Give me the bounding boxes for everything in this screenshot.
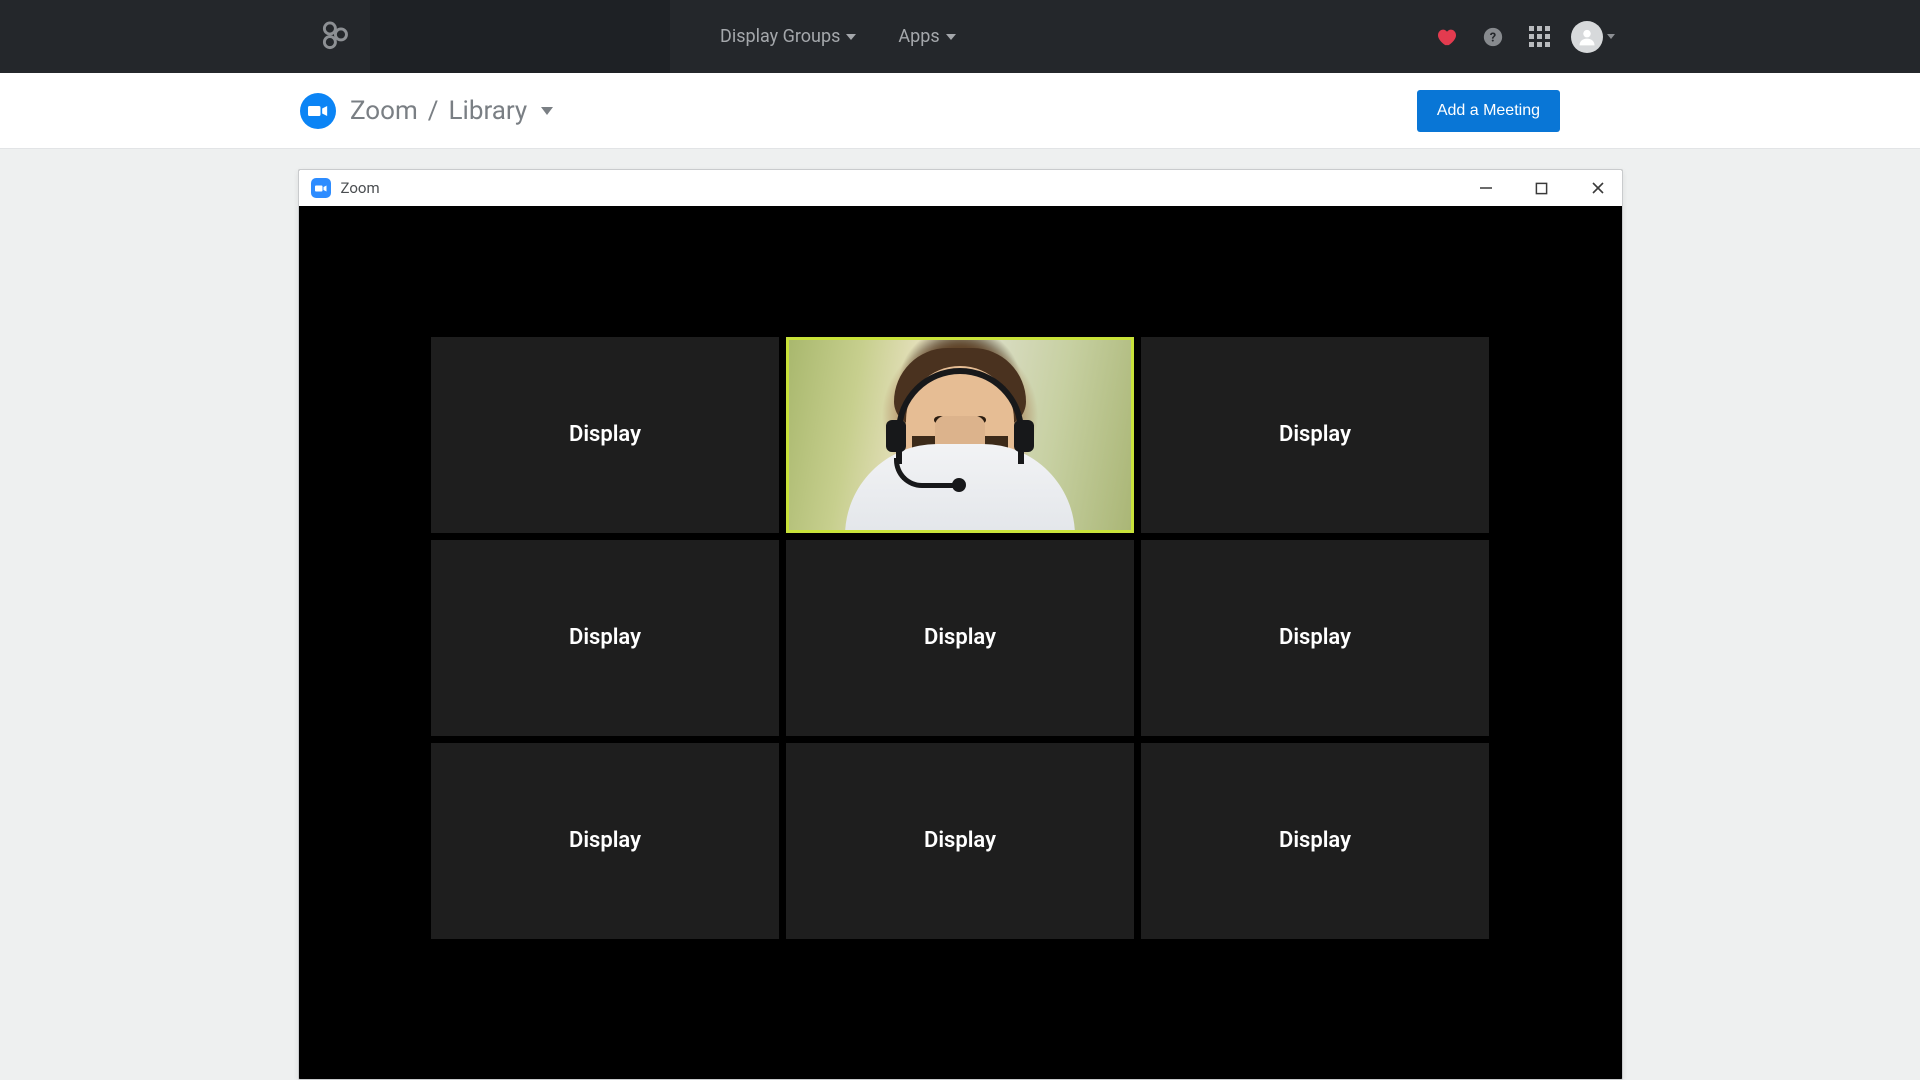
apps-grid-icon[interactable]: [1525, 23, 1553, 51]
tile-label: Display: [1279, 422, 1351, 447]
chevron-down-icon: [846, 34, 856, 40]
video-tile[interactable]: Display: [431, 337, 779, 533]
nav-tab-label: Display Groups: [720, 26, 840, 47]
sub-header: Zoom / Library Add a Meeting: [0, 73, 1920, 149]
video-tile[interactable]: Display: [431, 743, 779, 939]
zoom-window-title: Zoom: [341, 179, 380, 197]
breadcrumb-app: Zoom: [350, 96, 418, 126]
nav-tab-display-groups[interactable]: Display Groups: [720, 26, 856, 47]
breadcrumb-sep: /: [428, 96, 439, 126]
user-menu[interactable]: [1571, 21, 1615, 53]
chevron-down-icon: [1607, 34, 1615, 39]
nav-tab-label: Apps: [898, 26, 939, 47]
tile-label: Display: [569, 422, 641, 447]
window-controls: [1472, 174, 1612, 202]
nav-active-slot: [370, 0, 670, 73]
video-tile[interactable]: Display: [786, 540, 1134, 736]
breadcrumb[interactable]: Zoom / Library: [300, 93, 553, 129]
tile-label: Display: [924, 625, 996, 650]
zoom-small-icon: [311, 178, 331, 198]
grid-dots-icon: [1529, 26, 1550, 47]
nav-tabs: Display Groups Apps: [720, 0, 956, 73]
brand-logo[interactable]: [300, 20, 370, 54]
video-tile[interactable]: Display: [1141, 743, 1489, 939]
video-tile[interactable]: Display: [1141, 337, 1489, 533]
brand-logo-icon: [318, 20, 352, 54]
tile-label: Display: [569, 625, 641, 650]
video-tile[interactable]: Display: [786, 743, 1134, 939]
breadcrumb-text: Zoom / Library: [350, 96, 553, 126]
close-button[interactable]: [1584, 174, 1612, 202]
breadcrumb-section: Library: [449, 96, 528, 126]
zoom-window: Zoom Display: [298, 169, 1623, 1080]
top-nav: Display Groups Apps ?: [0, 0, 1920, 73]
nav-left: Display Groups Apps: [0, 0, 956, 73]
chevron-down-icon: [541, 107, 553, 115]
tile-label: Display: [1279, 828, 1351, 853]
video-tile[interactable]: Display: [1141, 540, 1489, 736]
minimize-button[interactable]: [1472, 174, 1500, 202]
video-tile[interactable]: Display: [431, 540, 779, 736]
video-grid: Display Display Display Display: [431, 337, 1489, 939]
help-icon[interactable]: ?: [1479, 23, 1507, 51]
chevron-down-icon: [946, 34, 956, 40]
svg-text:?: ?: [1490, 30, 1496, 45]
user-avatar-icon: [1571, 21, 1603, 53]
video-tile-active-speaker[interactable]: [786, 337, 1134, 533]
tile-label: Display: [569, 828, 641, 853]
zoom-body: Display Display Display Display: [299, 206, 1622, 1079]
zoom-title-left: Zoom: [311, 178, 380, 198]
maximize-button[interactable]: [1528, 174, 1556, 202]
nav-right: ?: [1433, 0, 1615, 73]
heart-icon[interactable]: [1433, 23, 1461, 51]
nav-tab-apps[interactable]: Apps: [898, 26, 955, 47]
tile-label: Display: [924, 828, 996, 853]
zoom-title-bar: Zoom: [299, 170, 1622, 206]
add-meeting-button[interactable]: Add a Meeting: [1417, 90, 1560, 132]
zoom-app-icon: [300, 93, 336, 129]
tile-label: Display: [1279, 625, 1351, 650]
main-area: Zoom Display: [0, 149, 1920, 1080]
